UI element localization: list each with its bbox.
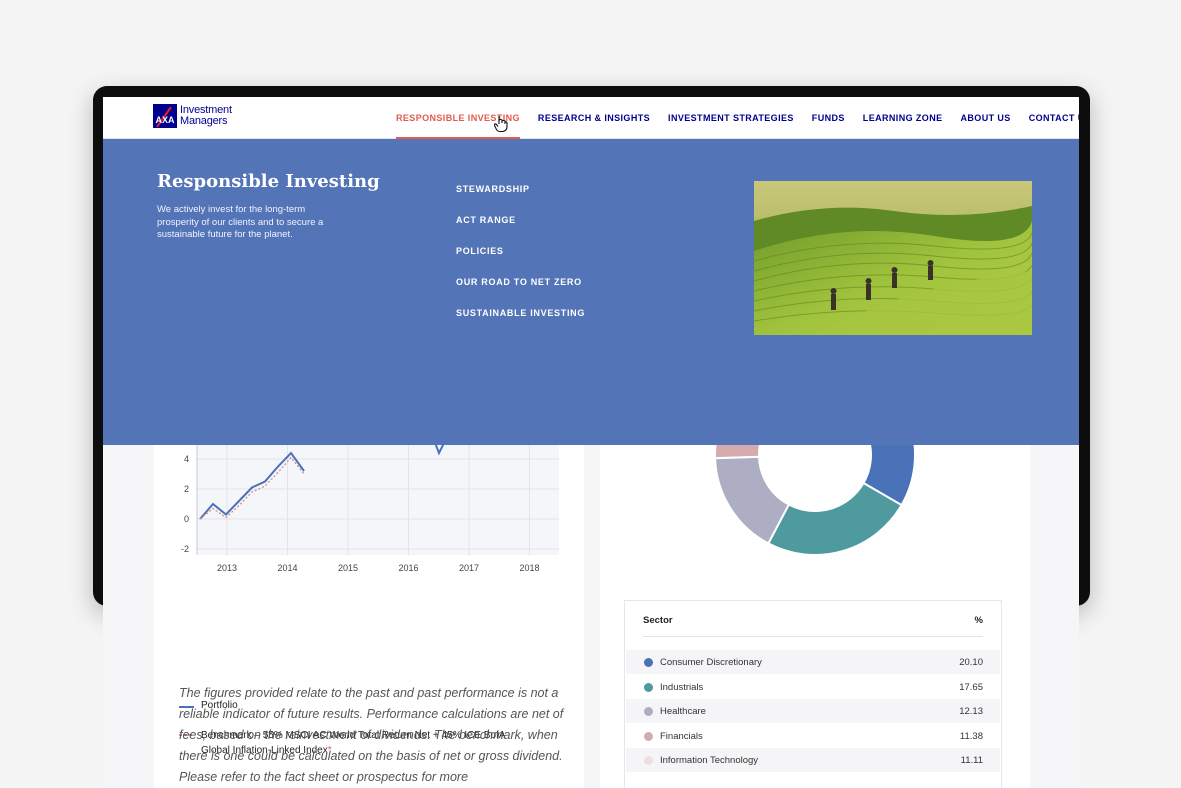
x-tick-label: 2017	[459, 563, 479, 573]
rice-terraces-image	[754, 181, 1032, 335]
sector-column-header: Sector	[643, 615, 673, 626]
sector-color-dot	[644, 755, 653, 765]
sector-table: Sector % Consumer Discretionary 20.10 In…	[624, 600, 1002, 788]
sector-color-dot	[644, 706, 653, 716]
performance-disclaimer: The figures provided relate to the past …	[179, 686, 564, 784]
y-tick-label: 2	[184, 484, 189, 494]
nav-funds[interactable]: FUNDS	[812, 97, 845, 139]
sector-name: Information Technology	[660, 754, 759, 766]
table-row: Financials 11.38	[626, 724, 1000, 748]
menu-link-act-range[interactable]: ACT RANGE	[456, 215, 585, 246]
y-tick-label: 0	[184, 514, 189, 524]
x-tick-label: 2013	[217, 563, 237, 573]
sector-name: Industrials	[660, 681, 704, 693]
sector-color-dot	[644, 657, 653, 667]
plot-area	[197, 445, 559, 555]
sector-name: Consumer Discretionary	[660, 656, 762, 668]
menu-link-stewardship[interactable]: STEWARDSHIP	[456, 184, 585, 215]
x-tick-label: 2016	[398, 563, 418, 573]
table-row: Industrials 17.65	[626, 675, 1000, 699]
x-tick-label: 2015	[338, 563, 358, 573]
menu-link-net-zero[interactable]: OUR ROAD TO NET ZERO	[456, 277, 585, 308]
x-tick-label: 2018	[519, 563, 539, 573]
sector-value: 17.65	[959, 681, 983, 693]
sector-value: 12.13	[959, 705, 983, 717]
table-row: Information Technology 11.11	[626, 748, 1000, 772]
sector-value: 20.10	[959, 656, 983, 668]
menu-link-policies[interactable]: POLICIES	[456, 246, 585, 277]
axa-logo-mark: AXA	[153, 104, 177, 128]
y-tick-label: -2	[181, 544, 189, 554]
sector-name: Financials	[660, 730, 703, 742]
nav-about-us[interactable]: ABOUT US	[961, 97, 1011, 139]
logo-line-2: Managers	[180, 115, 228, 127]
hand-pointer-cursor-icon	[494, 116, 508, 133]
percent-column-header: %	[974, 615, 983, 626]
nav-contact-us[interactable]: CONTACT US	[1029, 97, 1079, 139]
performance-line-chart: 4 2 0 -2 2013 2014 2015 2016 2017 2018	[181, 445, 559, 573]
donut-slice	[714, 445, 761, 460]
x-tick-label: 2014	[277, 563, 297, 573]
table-row: Consumer Discretionary 20.10	[626, 650, 1000, 674]
table-row: Healthcare 12.13	[626, 699, 1000, 723]
sector-value: 11.38	[959, 730, 983, 742]
site-header: AXA Investment Managers RESPONSIBLE INVE…	[103, 97, 1079, 139]
sector-name: Healthcare	[660, 705, 706, 717]
nav-investment-strategies[interactable]: INVESTMENT STRATEGIES	[668, 97, 794, 139]
nav-research-insights[interactable]: RESEARCH & INSIGHTS	[538, 97, 650, 139]
axa-im-logo[interactable]: AXA Investment Managers	[153, 104, 232, 128]
sector-value: 11.11	[960, 754, 983, 766]
logo-wordmark: Investment Managers	[180, 105, 232, 127]
mega-menu-title: Responsible Investing	[157, 171, 380, 192]
sector-donut-chart	[714, 445, 916, 556]
logo-mark-letters: AXA	[155, 115, 175, 125]
mega-menu-links: STEWARDSHIP ACT RANGE POLICIES OUR ROAD …	[456, 184, 585, 339]
y-tick-label: 4	[184, 454, 189, 464]
sector-color-dot	[644, 682, 653, 692]
browser-screen: 4 2 0 -2 2013 2014 2015 2016 2017 2018 Portfolio …	[103, 97, 1079, 788]
responsible-investing-mega-menu: Responsible Investing We actively invest…	[103, 139, 1079, 445]
menu-link-sustainable-investing[interactable]: SUSTAINABLE INVESTING	[456, 308, 585, 339]
sector-color-dot	[644, 731, 653, 741]
sector-card: Sector % Consumer Discretionary 20.10 In…	[600, 445, 1030, 788]
mega-menu-description: We actively invest for the long-term pro…	[157, 204, 324, 240]
donut-slice	[766, 481, 903, 556]
nav-learning-zone[interactable]: LEARNING ZONE	[863, 97, 943, 139]
sector-table-header: Sector %	[643, 615, 983, 637]
